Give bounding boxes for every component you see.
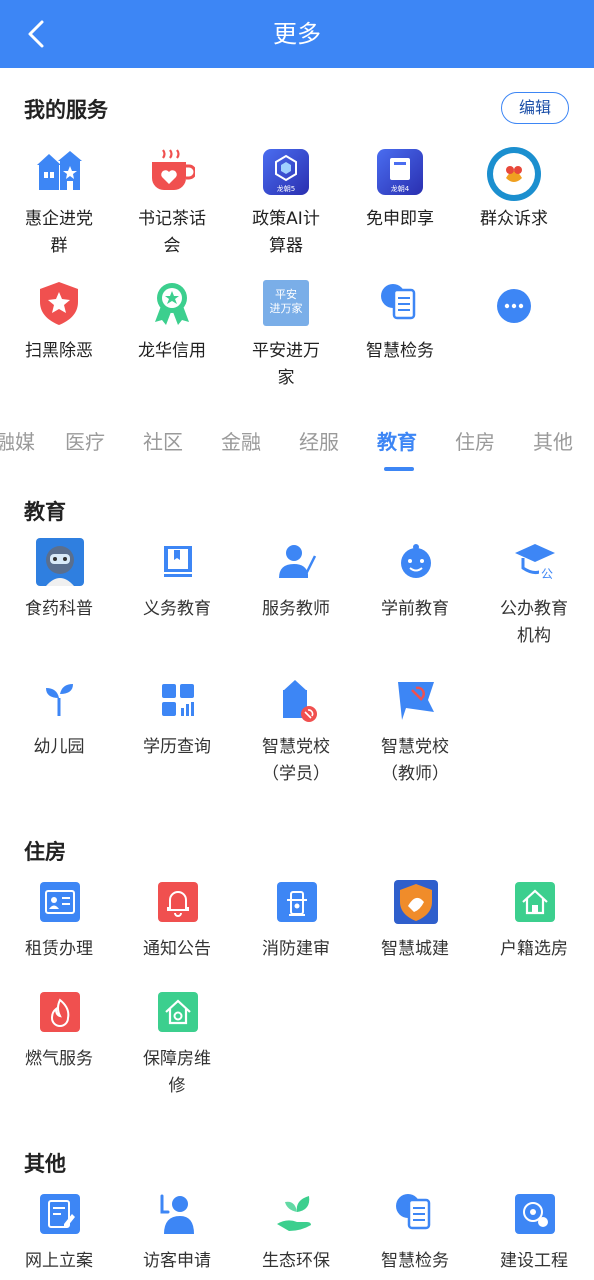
service-label: 群众诉求: [480, 209, 548, 229]
shield-star-icon: [40, 282, 78, 325]
service-label: 智慧检务: [366, 341, 434, 361]
item-label: 户籍选房: [500, 939, 568, 959]
edit-doc-icon: [40, 1194, 80, 1234]
tab-zhufang[interactable]: 住房: [455, 426, 495, 455]
qr-chart-icon: [162, 684, 194, 716]
section-title-other: 其他: [24, 1152, 66, 1176]
house-shield-icon: [158, 992, 198, 1032]
item-label: 消防建审: [262, 939, 330, 959]
sprout-icon: [46, 684, 73, 716]
tab-qita[interactable]: 其他: [533, 426, 573, 455]
item-label: 幼儿园: [33, 737, 85, 757]
service-label: 龙华信用: [138, 341, 206, 361]
item-label: 保障房维 修: [143, 1049, 211, 1096]
flame-icon: [40, 992, 80, 1032]
item-label: 燃气服务: [25, 1049, 93, 1069]
tab-jiaoyu[interactable]: 教育: [377, 426, 417, 455]
hand-leaf-icon: [277, 1196, 311, 1231]
circle-badge-icon: [487, 147, 541, 201]
item-label: 公办教育 机构: [500, 599, 568, 646]
service-label: 平安进万 家: [252, 341, 320, 388]
svg-text:龙朝5: 龙朝5: [277, 184, 295, 193]
item-label: 网上立案: [25, 1251, 93, 1271]
item-label: 访客申请: [143, 1251, 211, 1271]
cube-5-icon: 龙朝5: [263, 149, 309, 195]
party-school-student-icon: [283, 680, 317, 722]
house-icon: [515, 882, 555, 922]
edit-button[interactable]: 编辑: [501, 92, 569, 124]
top-bar: 更多: [0, 0, 594, 68]
tab-jingfu[interactable]: 经服: [299, 426, 339, 455]
item-label: 租赁办理: [25, 939, 93, 959]
baby-face-icon: [401, 544, 431, 578]
book-icon: [164, 546, 192, 577]
shield-city-icon: [394, 880, 438, 924]
visitor-icon: [160, 1194, 194, 1234]
svg-text:公: 公: [541, 567, 553, 581]
item-label: 智慧检务: [381, 1251, 449, 1271]
section-title-housing: 住房: [24, 840, 66, 864]
document-stack-icon: [381, 284, 416, 320]
graduation-cap-icon: 公: [515, 544, 555, 581]
hydrant-icon: [277, 882, 317, 922]
item-label: 智慧城建: [381, 939, 449, 959]
page-title: 更多: [273, 20, 321, 48]
item-label: 智慧党校 （教师）: [381, 737, 449, 784]
tab-jinrong[interactable]: 金融: [221, 426, 261, 455]
more-dots-icon: [497, 289, 531, 323]
medal-star-icon: [155, 283, 189, 325]
service-label: 免申即享: [366, 209, 434, 229]
document-stack-icon: [396, 1194, 431, 1230]
service-label: 扫黑除恶: [25, 341, 93, 361]
id-card-icon: [40, 882, 80, 922]
svg-text:龙朝4: 龙朝4: [391, 184, 410, 193]
tab-yiliao[interactable]: 医疗: [65, 426, 105, 455]
party-flag-icon: [398, 682, 434, 720]
item-label: 学历查询: [143, 737, 211, 757]
item-label: 通知公告: [143, 939, 211, 959]
item-label: 服务教师: [262, 599, 330, 619]
item-label: 学前教育: [381, 599, 449, 619]
item-label: 智慧党校 （学员）: [262, 737, 330, 784]
my-services-title: 我的服务: [24, 98, 108, 122]
tab-rongmei[interactable]: 融媒: [0, 426, 35, 455]
book-4-icon: 龙朝4: [377, 149, 423, 195]
bell-icon: [158, 882, 198, 922]
building-flag-icon: [37, 151, 82, 190]
service-label: 书记茶话 会: [138, 209, 206, 256]
tea-cup-heart-icon: [152, 149, 195, 190]
construction-icon: [515, 1194, 555, 1234]
active-tab-indicator: [384, 467, 414, 471]
item-label: 义务教育: [143, 599, 211, 619]
ping-an-tile-icon: 平安 进万家: [263, 280, 309, 326]
section-title-education: 教育: [24, 500, 66, 524]
item-label: 生态环保: [262, 1251, 330, 1271]
robot-avatar-icon: [36, 538, 84, 586]
service-label: 政策AI计 算器: [252, 209, 320, 256]
service-label: 惠企进党 群: [25, 209, 93, 256]
item-label: 建设工程: [500, 1251, 568, 1271]
tab-shequ[interactable]: 社区: [143, 426, 183, 455]
teacher-icon: [279, 545, 317, 578]
item-label: 食药科普: [25, 599, 93, 619]
